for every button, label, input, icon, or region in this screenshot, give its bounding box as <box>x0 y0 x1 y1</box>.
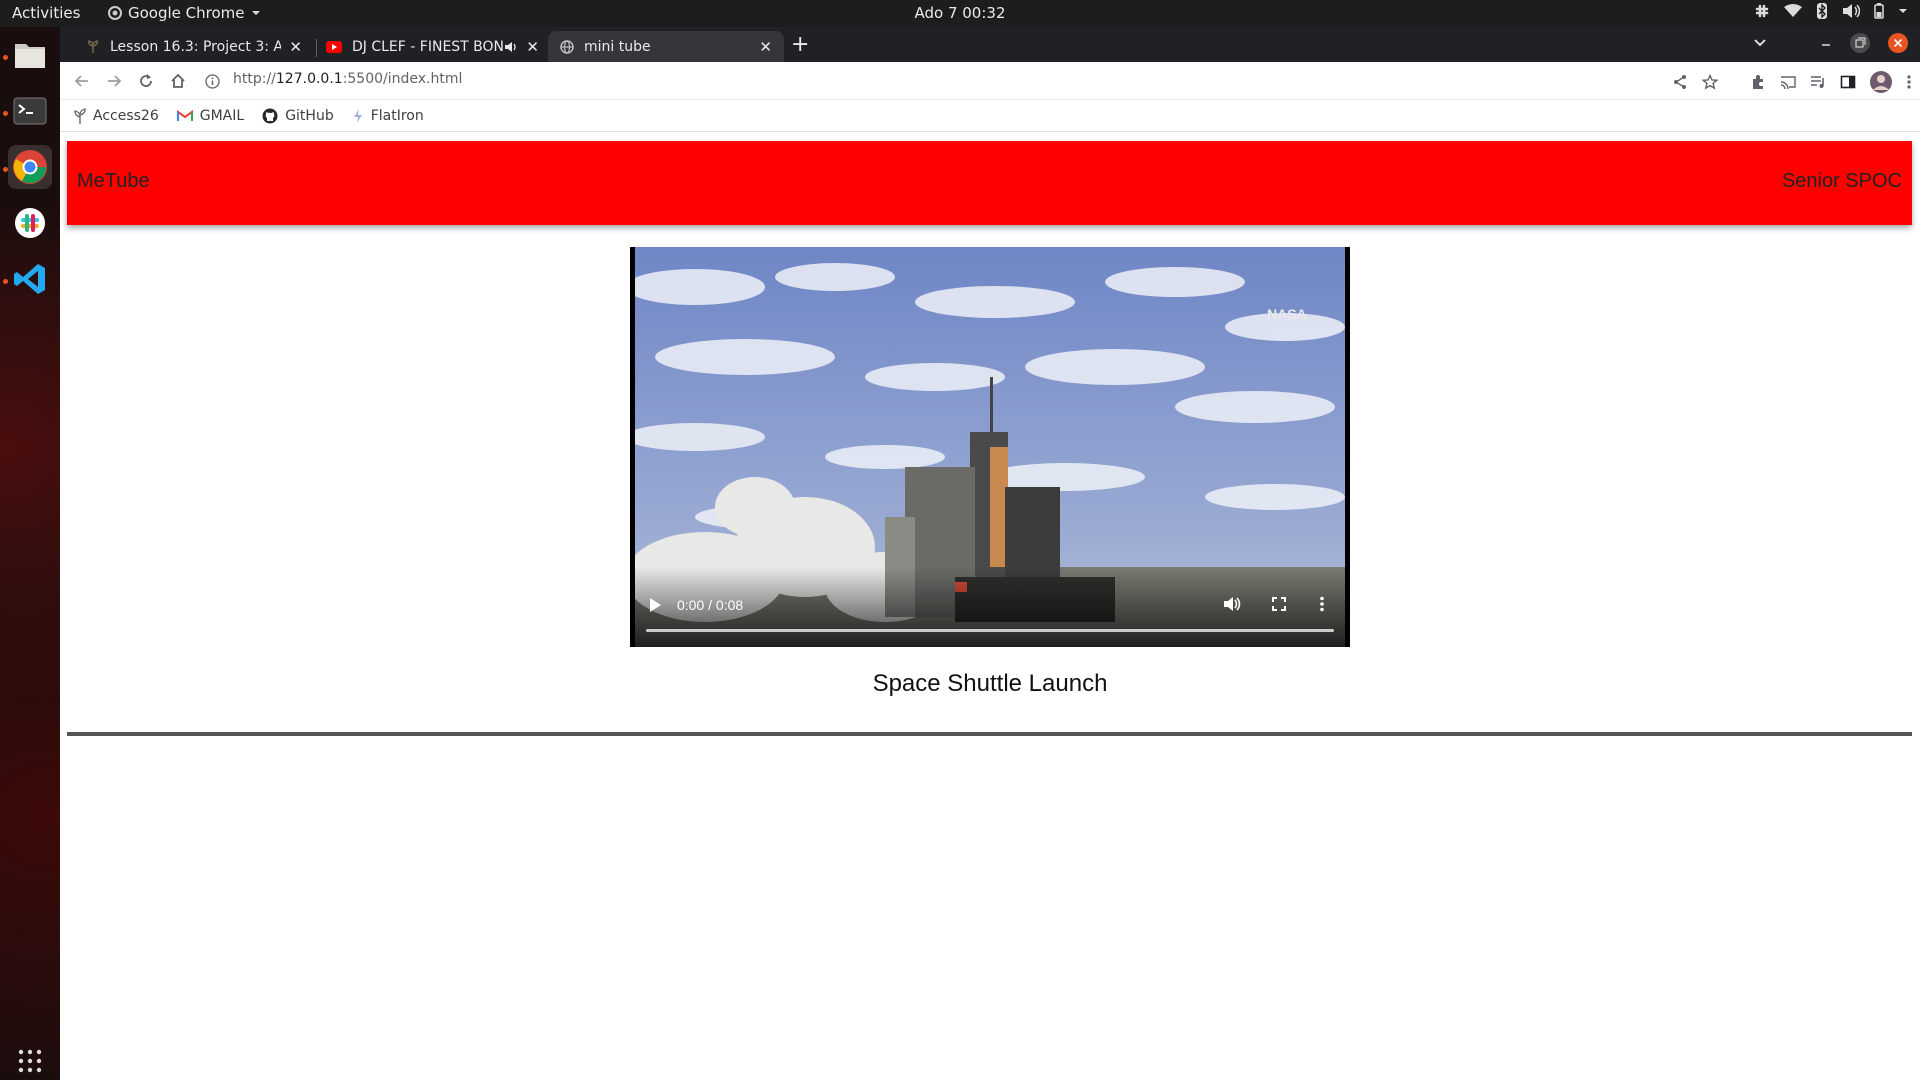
wifi-icon[interactable] <box>1784 4 1802 18</box>
reload-button[interactable] <box>136 71 156 91</box>
chevron-down-icon <box>251 11 260 15</box>
files-app-icon[interactable] <box>8 33 52 77</box>
gmail-icon <box>176 109 193 121</box>
chrome-small-icon <box>108 6 122 20</box>
bookmark-gmail[interactable]: GMAIL <box>176 107 245 124</box>
dock <box>0 27 60 1080</box>
volume-icon[interactable] <box>1223 596 1241 612</box>
browser-window: Lesson 16.3: Project 3: Ac ✕ DJ CLEF - F… <box>60 27 1920 1080</box>
extensions-icon[interactable] <box>1750 74 1766 90</box>
tab-title: mini tube <box>584 38 651 55</box>
url-host: 127.0.0.1 <box>275 71 343 87</box>
bluetooth-icon[interactable] <box>1816 3 1828 19</box>
share-icon[interactable] <box>1672 74 1688 90</box>
video-time: 0:00 / 0:08 <box>677 597 744 613</box>
bookmark-github[interactable]: GitHub <box>262 108 334 124</box>
bookmark-label: Access26 <box>93 107 159 124</box>
browser-toolbar: http://127.0.0.1:5500/index.html <box>60 62 1920 100</box>
divider <box>67 732 1912 736</box>
window-controls <box>1754 33 1908 53</box>
tab-title: DJ CLEF - FINEST BON <box>352 38 505 55</box>
system-menu-chevron-icon[interactable] <box>1898 6 1908 16</box>
close-icon[interactable]: ✕ <box>526 38 539 56</box>
url-path: :5500/index.html <box>342 71 463 87</box>
vscode-app-icon[interactable] <box>8 257 52 301</box>
cast-icon[interactable] <box>1780 74 1796 90</box>
forward-button[interactable] <box>104 71 124 91</box>
info-icon[interactable] <box>205 74 220 89</box>
show-apps-icon[interactable] <box>8 1039 52 1080</box>
arrow-left-icon <box>74 75 88 87</box>
video-title: Space Shuttle Launch <box>872 670 1108 697</box>
close-icon[interactable]: ✕ <box>289 38 302 56</box>
home-button[interactable] <box>168 71 188 91</box>
toolbar-actions <box>1672 71 1912 93</box>
tab-youtube[interactable]: DJ CLEF - FINEST BON ✕ <box>314 31 551 62</box>
audio-playing-icon[interactable] <box>504 41 518 53</box>
play-icon[interactable] <box>648 597 662 613</box>
flatiron-icon <box>353 108 362 123</box>
nasa-watermark: NASA <box>1267 306 1307 322</box>
app-menu[interactable]: Google Chrome <box>108 4 261 22</box>
restore-icon[interactable] <box>1850 33 1870 53</box>
video-progress-track[interactable] <box>646 629 1334 632</box>
url-scheme: http:// <box>233 71 276 87</box>
site-brand[interactable]: MeTube <box>77 170 150 193</box>
sprout-icon <box>74 107 86 124</box>
tab-search-icon[interactable] <box>1754 38 1766 48</box>
arrow-right-icon <box>108 75 122 87</box>
system-tray[interactable] <box>1754 3 1908 19</box>
reload-icon <box>140 74 152 87</box>
github-icon <box>262 108 278 123</box>
chrome-app-icon[interactable] <box>8 145 52 189</box>
youtube-icon <box>326 40 342 53</box>
battery-icon[interactable] <box>1874 3 1884 19</box>
bookmark-label: GMAIL <box>199 107 245 124</box>
close-window-icon[interactable] <box>1888 33 1908 53</box>
web-page: MeTube Senior SPOC NASA 0:00 / 0:08 Spac… <box>60 133 1920 1080</box>
system-top-bar: Activities Google Chrome Ado 7 00:32 <box>0 0 1920 27</box>
app-menu-label: Google Chrome <box>128 4 245 22</box>
fullscreen-icon[interactable] <box>1272 597 1286 611</box>
video-player[interactable]: NASA 0:00 / 0:08 <box>630 247 1350 647</box>
bookmark-label: GitHub <box>285 107 334 124</box>
address-bar[interactable]: http://127.0.0.1:5500/index.html <box>233 71 462 87</box>
tab-lesson[interactable]: Lesson 16.3: Project 3: Ac ✕ <box>74 31 314 62</box>
activities-button[interactable]: Activities <box>12 4 80 22</box>
volume-icon[interactable] <box>1842 3 1860 19</box>
tab-strip: Lesson 16.3: Project 3: Ac ✕ DJ CLEF - F… <box>60 27 1920 62</box>
bookmark-label: FlatIron <box>370 107 424 124</box>
site-user[interactable]: Senior SPOC <box>1782 170 1902 193</box>
terminal-app-icon[interactable] <box>8 89 52 133</box>
globe-icon <box>560 39 574 54</box>
slack-app-icon[interactable] <box>8 201 52 245</box>
site-header: MeTube Senior SPOC <box>67 141 1912 225</box>
leaf-icon <box>88 39 98 53</box>
more-vert-icon[interactable] <box>1906 74 1912 90</box>
new-tab-button[interactable]: + <box>791 34 809 56</box>
close-icon[interactable]: ✕ <box>759 38 772 56</box>
side-panel-icon[interactable] <box>1840 74 1856 90</box>
home-icon <box>171 73 185 88</box>
bookmark-access26[interactable]: Access26 <box>74 108 159 124</box>
more-vert-icon[interactable] <box>1319 596 1325 612</box>
tab-mini-tube[interactable]: mini tube ✕ <box>548 31 784 62</box>
minimize-icon[interactable] <box>1820 37 1832 49</box>
media-controls-icon[interactable] <box>1810 74 1826 90</box>
bookmark-flatiron[interactable]: FlatIron <box>352 108 424 124</box>
avatar[interactable] <box>1870 71 1892 93</box>
tab-title: Lesson 16.3: Project 3: Ac <box>110 38 282 55</box>
bookmarks-bar: Access26 GMAIL GitHub FlatIron <box>60 100 1920 132</box>
clock[interactable]: Ado 7 00:32 <box>0 4 1920 22</box>
back-button[interactable] <box>72 71 92 91</box>
slack-tray-icon[interactable] <box>1754 3 1770 19</box>
video-controls: 0:00 / 0:08 <box>630 567 1350 647</box>
bookmark-star-icon[interactable] <box>1702 74 1718 90</box>
